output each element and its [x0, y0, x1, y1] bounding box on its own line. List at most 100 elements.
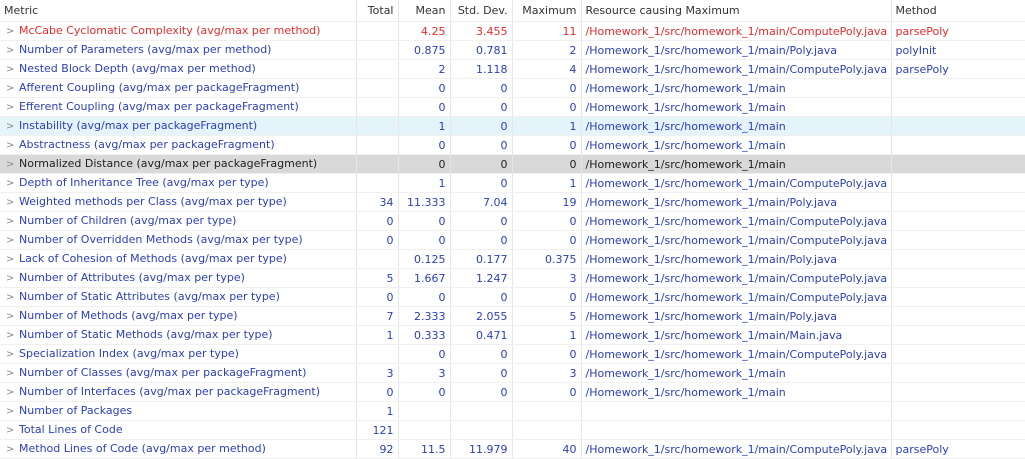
metric-name: Number of Attributes (avg/max per type): [19, 271, 245, 284]
table-row[interactable]: > Number of Static Methods (avg/max per t…: [0, 325, 1025, 345]
chevron-right-icon[interactable]: >: [4, 118, 19, 135]
maximum-cell: 0: [512, 230, 582, 250]
table-row[interactable]: > Lack of Cohesion of Methods (avg/max pe…: [0, 249, 1025, 269]
column-header-mean[interactable]: Mean: [398, 0, 451, 22]
column-header-method[interactable]: Method: [891, 0, 1025, 22]
metric-cell: > Method Lines of Code (avg/max per metho…: [0, 439, 357, 459]
table-row[interactable]: > Normalized Distance (avg/max per packag…: [0, 154, 1025, 174]
table-row[interactable]: > Number of Classes (avg/max per packageF…: [0, 363, 1025, 383]
mean-cell: 11.5: [398, 439, 451, 459]
method-cell: polyInit: [891, 40, 1025, 60]
chevron-right-icon[interactable]: >: [4, 175, 19, 192]
table-row[interactable]: > Number of Overridden Methods (avg/max p…: [0, 230, 1025, 250]
mean-cell: 0.333: [398, 325, 451, 345]
total-cell: [356, 116, 399, 136]
metric-cell: > Afferent Coupling (avg/max per packageF…: [0, 78, 357, 98]
chevron-right-icon[interactable]: >: [4, 270, 19, 287]
resource-cell: /Homework_1/src/homework_1/main/Main.jav…: [581, 325, 892, 345]
metric-name: Method Lines of Code (avg/max per method…: [19, 442, 266, 455]
column-header-std-dev[interactable]: Std. Dev.: [450, 0, 513, 22]
resource-cell: /Homework_1/src/homework_1/main/ComputeP…: [581, 287, 892, 307]
chevron-right-icon[interactable]: >: [4, 289, 19, 306]
mean-cell: 0: [398, 344, 451, 364]
mean-cell: 0.125: [398, 249, 451, 269]
chevron-right-icon[interactable]: >: [4, 384, 19, 401]
chevron-right-icon[interactable]: >: [4, 99, 19, 116]
chevron-right-icon[interactable]: >: [4, 80, 19, 97]
chevron-right-icon[interactable]: >: [4, 61, 19, 78]
table-row[interactable]: > Instability (avg/max per packageFragmen…: [0, 116, 1025, 136]
resource-cell: /Homework_1/src/homework_1/main: [581, 78, 892, 98]
std-dev-cell: [450, 420, 513, 440]
chevron-right-icon[interactable]: >: [4, 23, 19, 40]
chevron-right-icon[interactable]: >: [4, 422, 19, 439]
std-dev-cell: 7.04: [450, 192, 513, 212]
method-cell: [891, 154, 1025, 174]
maximum-cell: 0: [512, 344, 582, 364]
table-row[interactable]: > Method Lines of Code (avg/max per metho…: [0, 439, 1025, 459]
std-dev-cell: 0: [450, 173, 513, 193]
method-cell: [891, 173, 1025, 193]
table-row[interactable]: > Number of Static Attributes (avg/max pe…: [0, 287, 1025, 307]
metric-name: Number of Methods (avg/max per type): [19, 309, 238, 322]
total-cell: 0: [356, 230, 399, 250]
mean-cell: 0: [398, 230, 451, 250]
std-dev-cell: 0: [450, 230, 513, 250]
table-row[interactable]: > Number of Attributes (avg/max per type)…: [0, 268, 1025, 288]
table-row[interactable]: > Number of Parameters (avg/max per metho…: [0, 40, 1025, 60]
maximum-cell: 0.375: [512, 249, 582, 269]
metric-cell: > Depth of Inheritance Tree (avg/max per …: [0, 173, 357, 193]
table-row[interactable]: > Efferent Coupling (avg/max per packageF…: [0, 97, 1025, 117]
column-header-maximum[interactable]: Maximum: [512, 0, 582, 22]
table-row[interactable]: > Total Lines of Code 121: [0, 420, 1025, 440]
mean-cell: 3: [398, 363, 451, 383]
column-header-metric[interactable]: Metric: [0, 0, 357, 22]
chevron-right-icon[interactable]: >: [4, 365, 19, 382]
chevron-right-icon[interactable]: >: [4, 308, 19, 325]
table-row[interactable]: > Number of Children (avg/max per type) 0 0…: [0, 211, 1025, 231]
maximum-cell: [512, 401, 582, 421]
maximum-cell: 0: [512, 211, 582, 231]
chevron-right-icon[interactable]: >: [4, 327, 19, 344]
chevron-right-icon[interactable]: >: [4, 137, 19, 154]
metric-cell: > Number of Parameters (avg/max per metho…: [0, 40, 357, 60]
chevron-right-icon[interactable]: >: [4, 156, 19, 173]
table-row[interactable]: > Weighted methods per Class (avg/max per…: [0, 192, 1025, 212]
resource-cell: /Homework_1/src/homework_1/main/Poly.jav…: [581, 306, 892, 326]
maximum-cell: 1: [512, 116, 582, 136]
metric-cell: > Number of Classes (avg/max per packageF…: [0, 363, 357, 383]
method-cell: [891, 97, 1025, 117]
resource-cell: /Homework_1/src/homework_1/main/ComputeP…: [581, 173, 892, 193]
metric-name: Number of Static Attributes (avg/max per…: [19, 290, 280, 303]
chevron-right-icon[interactable]: >: [4, 232, 19, 249]
resource-cell: /Homework_1/src/homework_1/main: [581, 382, 892, 402]
table-row[interactable]: > Nested Block Depth (avg/max per method)…: [0, 59, 1025, 79]
chevron-right-icon[interactable]: >: [4, 346, 19, 363]
total-cell: 92: [356, 439, 399, 459]
table-row[interactable]: > Abstractness (avg/max per packageFragme…: [0, 135, 1025, 155]
chevron-right-icon[interactable]: >: [4, 213, 19, 230]
metric-name: Nested Block Depth (avg/max per method): [19, 62, 256, 75]
chevron-right-icon[interactable]: >: [4, 251, 19, 268]
table-row[interactable]: > Number of Packages 1: [0, 401, 1025, 421]
maximum-cell: 5: [512, 306, 582, 326]
table-row[interactable]: > Number of Interfaces (avg/max per packa…: [0, 382, 1025, 402]
method-cell: [891, 268, 1025, 288]
resource-cell: /Homework_1/src/homework_1/main/Poly.jav…: [581, 40, 892, 60]
chevron-right-icon[interactable]: >: [4, 42, 19, 59]
column-header-total[interactable]: Total: [356, 0, 399, 22]
method-cell: [891, 116, 1025, 136]
total-cell: 1: [356, 401, 399, 421]
table-row[interactable]: > Number of Methods (avg/max per type) 7 2.…: [0, 306, 1025, 326]
column-header-resource[interactable]: Resource causing Maximum: [581, 0, 892, 22]
table-row[interactable]: > McCabe Cyclomatic Complexity (avg/max p…: [0, 21, 1025, 41]
chevron-right-icon[interactable]: >: [4, 441, 19, 458]
chevron-right-icon[interactable]: >: [4, 403, 19, 420]
table-row[interactable]: > Specialization Index (avg/max per type)…: [0, 344, 1025, 364]
table-row[interactable]: > Afferent Coupling (avg/max per packageF…: [0, 78, 1025, 98]
total-cell: 0: [356, 382, 399, 402]
method-cell: [891, 135, 1025, 155]
table-row[interactable]: > Depth of Inheritance Tree (avg/max per …: [0, 173, 1025, 193]
chevron-right-icon[interactable]: >: [4, 194, 19, 211]
total-cell: [356, 40, 399, 60]
